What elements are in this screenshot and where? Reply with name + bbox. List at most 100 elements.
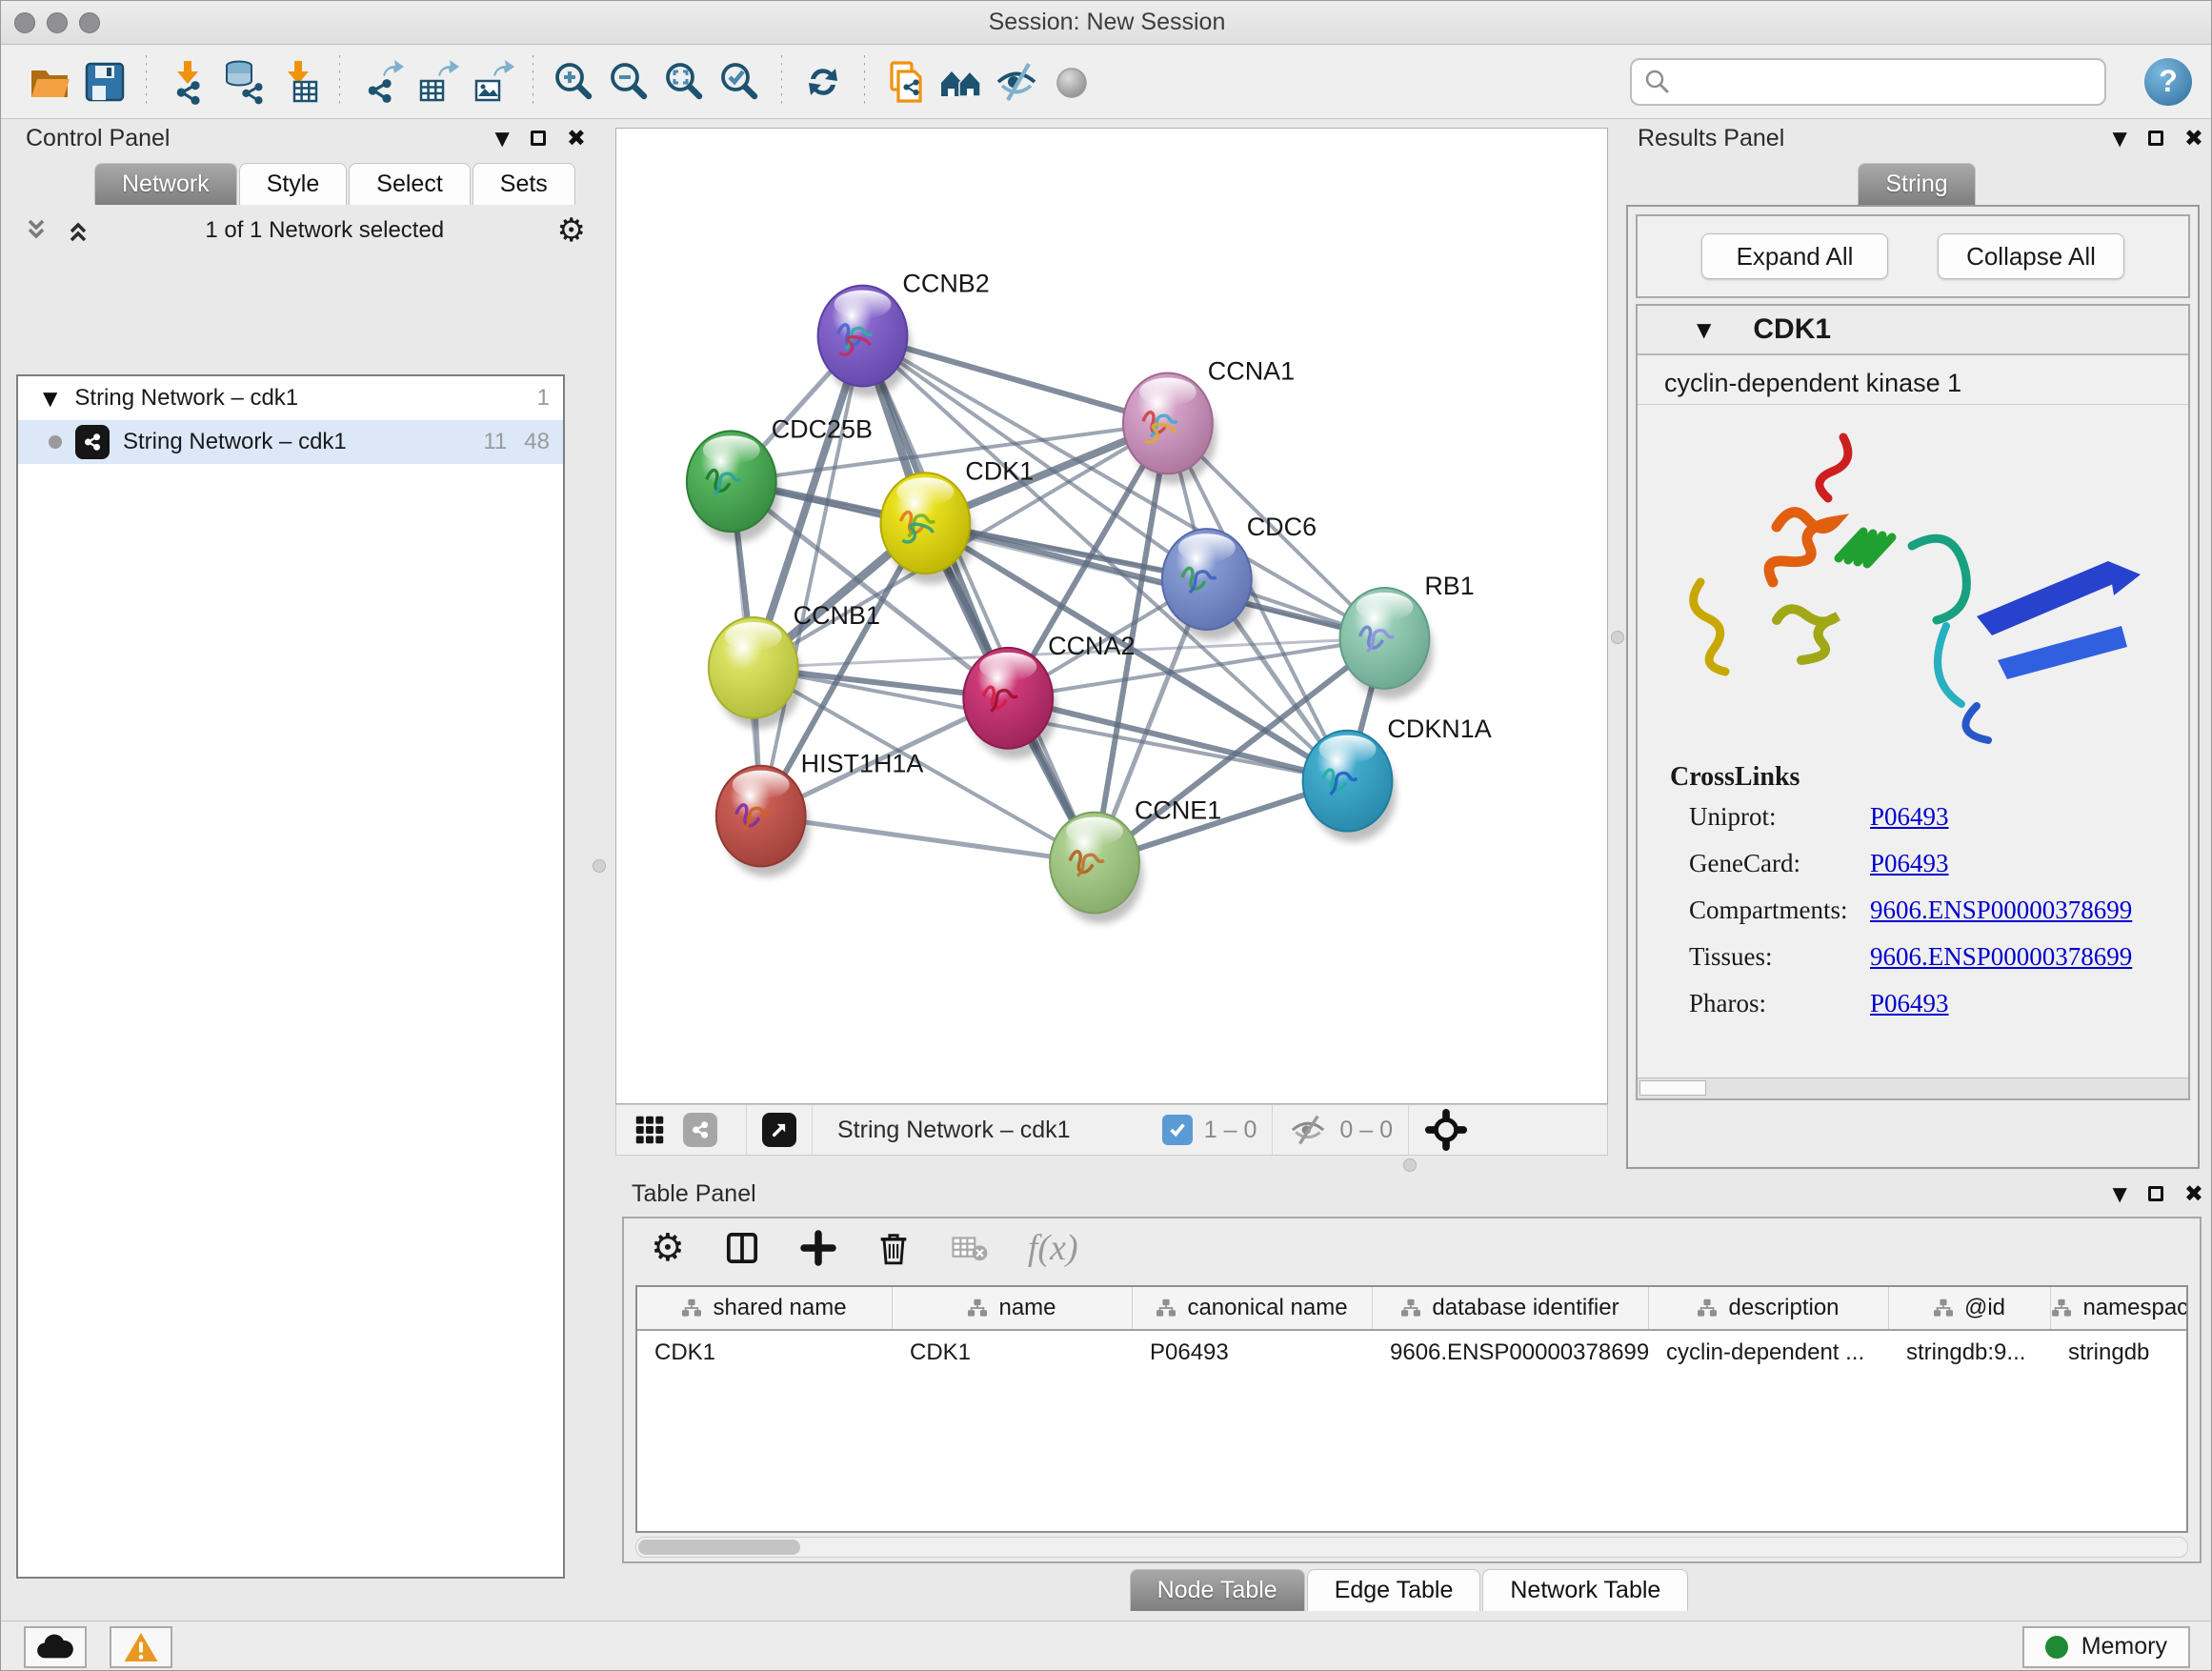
table-cell[interactable]: stringdb:9... <box>1889 1331 2051 1375</box>
column-header-canonical-name[interactable]: canonical name <box>1133 1287 1373 1329</box>
table-settings-gear-icon[interactable]: ⚙ <box>651 1229 685 1267</box>
node-CDC25B[interactable]: CDC25B <box>687 414 873 542</box>
column-header-id[interactable]: @id <box>1889 1287 2051 1329</box>
node-CDK1[interactable]: CDK1 <box>880 456 1034 584</box>
export-table-icon[interactable] <box>409 51 464 112</box>
network-options-gear-icon[interactable]: ⚙ <box>557 214 586 247</box>
table-hscrollbar[interactable] <box>635 1537 2188 1558</box>
tab-string[interactable]: String <box>1858 163 1975 205</box>
tree-caret-icon[interactable]: ▼ <box>43 387 57 410</box>
table-row[interactable]: CDK1CDK1P064939606.ENSP00000378699cyclin… <box>637 1331 2186 1375</box>
table-cell[interactable]: cyclin-dependent ... <box>1649 1331 1889 1375</box>
export-image-icon[interactable] <box>464 51 519 112</box>
panel-menu-icon[interactable]: ▼ <box>2113 127 2127 150</box>
help-button[interactable]: ? <box>2144 58 2192 106</box>
tab-node-table[interactable]: Node Table <box>1130 1569 1305 1611</box>
refresh-icon[interactable] <box>795 51 851 112</box>
tab-select[interactable]: Select <box>349 163 470 205</box>
network-canvas[interactable]: CCNB2 CCNA1 CDC25B CDK1 CDC6 RB1 CCNB1 C… <box>615 128 1608 1104</box>
node-RB1[interactable]: RB1 <box>1340 572 1475 699</box>
save-icon[interactable] <box>77 51 132 112</box>
left-splitter-handle[interactable] <box>593 859 606 873</box>
column-header-database-identifier[interactable]: database identifier <box>1373 1287 1649 1329</box>
crosslinks-title: CrossLinks <box>1670 762 2188 793</box>
panel-menu-icon[interactable]: ▼ <box>2113 1182 2127 1205</box>
column-header-shared-name[interactable]: shared name <box>637 1287 893 1329</box>
search-input[interactable] <box>1672 68 2093 96</box>
tab-edge-table[interactable]: Edge Table <box>1307 1569 1481 1611</box>
crosslink-link[interactable]: P06493 <box>1870 802 1949 832</box>
folder-open-icon[interactable] <box>22 51 77 112</box>
crosslink-link[interactable]: 9606.ENSP00000378699 <box>1870 942 2132 972</box>
crosslink-link[interactable]: P06493 <box>1870 849 1949 878</box>
export-network-icon[interactable] <box>353 51 409 112</box>
search-box[interactable] <box>1630 58 2106 106</box>
crosslink-row: GeneCard:P06493 <box>1670 849 2188 878</box>
zoom-selected-icon[interactable] <box>713 51 768 112</box>
float-panel-icon[interactable] <box>2148 1186 2163 1201</box>
results-scrollbar[interactable] <box>1638 1077 2188 1098</box>
zoom-in-icon[interactable] <box>547 51 602 112</box>
memory-button[interactable]: Memory <box>2022 1626 2190 1668</box>
birds-eye-grid-icon[interactable] <box>632 1112 668 1148</box>
import-network-icon[interactable] <box>160 51 215 112</box>
delete-column-trash-icon[interactable] <box>875 1229 912 1267</box>
cloud-button[interactable] <box>24 1626 87 1668</box>
network-badge-icon[interactable] <box>683 1113 717 1147</box>
entry-header[interactable]: ▼ CDK1 <box>1638 306 2188 355</box>
houses-icon[interactable] <box>934 51 989 112</box>
table-cell[interactable]: 9606.ENSP00000378699 <box>1373 1331 1649 1375</box>
close-panel-icon[interactable]: ✖ <box>2184 1180 2203 1207</box>
node-CDC6[interactable]: CDC6 <box>1162 513 1317 640</box>
add-column-icon[interactable] <box>799 1229 837 1267</box>
tab-network-table[interactable]: Network Table <box>1482 1569 1688 1611</box>
eye-slash-icon[interactable] <box>989 51 1044 112</box>
hidden-eye-slash-icon[interactable] <box>1288 1114 1328 1146</box>
table-cell[interactable]: CDK1 <box>637 1331 893 1375</box>
table-cell[interactable]: CDK1 <box>893 1331 1133 1375</box>
crosslinks-section: CrossLinks Uniprot:P06493GeneCard:P06493… <box>1670 762 2188 1018</box>
column-header-namespace[interactable]: namespace <box>2051 1287 2188 1329</box>
sphere-icon[interactable] <box>1044 51 1099 112</box>
node-CDKN1A[interactable]: CDKN1A <box>1303 715 1492 842</box>
network-collection-row[interactable]: ▼ String Network – cdk1 1 <box>18 376 563 420</box>
column-header-name[interactable]: name <box>893 1287 1133 1329</box>
column-header-description[interactable]: description <box>1649 1287 1889 1329</box>
node-CCNB2[interactable]: CCNB2 <box>818 270 990 397</box>
collapse-all-icon[interactable] <box>22 217 50 244</box>
tab-style[interactable]: Style <box>239 163 348 205</box>
edge-CCNB2-HIST1H1A[interactable] <box>761 336 863 816</box>
import-table-icon[interactable] <box>271 51 326 112</box>
navigator-crosshair-icon[interactable] <box>1424 1108 1468 1152</box>
horizontal-splitter-handle[interactable] <box>1403 1158 1417 1172</box>
crosslink-link[interactable]: P06493 <box>1870 989 1949 1018</box>
panel-menu-icon[interactable]: ▼ <box>495 127 510 150</box>
show-columns-icon[interactable] <box>723 1229 761 1267</box>
node-CCNB1[interactable]: CCNB1 <box>709 601 880 729</box>
network-row-selected[interactable]: String Network – cdk1 11 48 <box>18 420 563 464</box>
close-panel-icon[interactable]: ✖ <box>567 125 586 151</box>
expand-all-button[interactable]: Expand All <box>1701 233 1888 279</box>
float-panel-icon[interactable] <box>531 131 546 146</box>
tab-sets[interactable]: Sets <box>473 163 575 205</box>
import-database-icon[interactable] <box>215 51 271 112</box>
node-HIST1H1A[interactable]: HIST1H1A <box>716 750 924 877</box>
crosslink-link[interactable]: 9606.ENSP00000378699 <box>1870 896 2132 925</box>
close-panel-icon[interactable]: ✖ <box>2184 125 2203 151</box>
open-in-new-icon[interactable] <box>762 1113 796 1147</box>
tab-network[interactable]: Network <box>94 163 237 205</box>
collapse-all-button[interactable]: Collapse All <box>1938 233 2124 279</box>
zoom-fit-icon[interactable] <box>657 51 713 112</box>
pages-network-icon[interactable] <box>878 51 934 112</box>
table-cell[interactable]: stringdb <box>2051 1331 2188 1375</box>
zoom-out-icon[interactable] <box>602 51 657 112</box>
table-cell[interactable]: P06493 <box>1133 1331 1373 1375</box>
selected-checkbox-icon[interactable] <box>1162 1115 1193 1145</box>
edge-HIST1H1A-CCNE1[interactable] <box>761 816 1095 863</box>
expand-all-icon[interactable] <box>64 217 92 244</box>
entry-caret-icon[interactable]: ▼ <box>1697 318 1711 341</box>
float-panel-icon[interactable] <box>2148 131 2163 146</box>
warning-button[interactable] <box>110 1626 172 1668</box>
edge-CCNB2-CCNE1[interactable] <box>863 336 1096 863</box>
node-table[interactable]: shared namenamecanonical namedatabase id… <box>635 1285 2188 1533</box>
